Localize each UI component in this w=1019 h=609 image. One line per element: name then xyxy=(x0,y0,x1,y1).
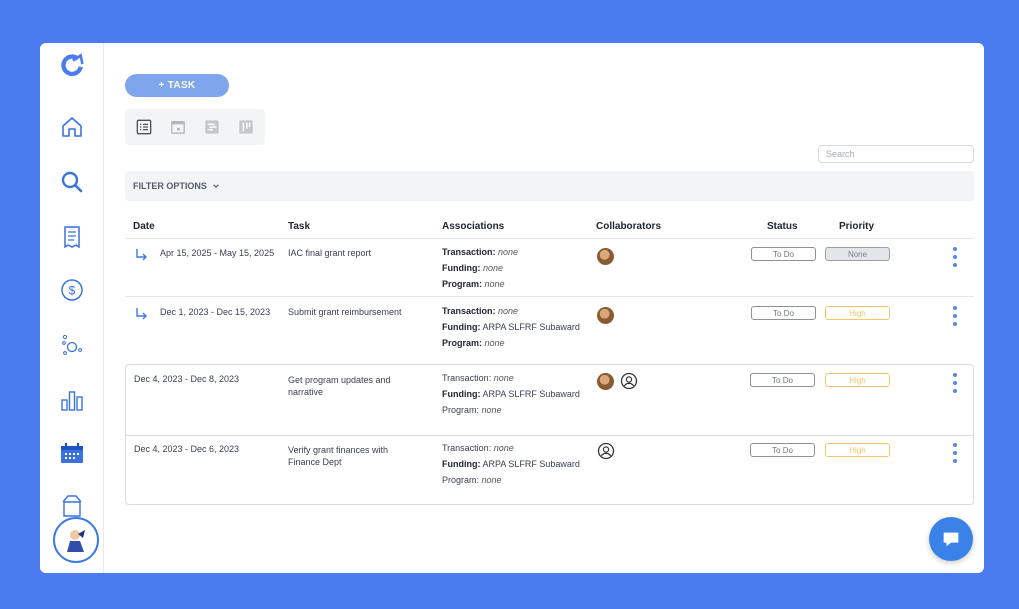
priority-badge[interactable]: High xyxy=(825,443,890,457)
row-menu-icon[interactable] xyxy=(950,306,960,326)
home-icon[interactable] xyxy=(54,109,90,145)
header-date[interactable]: Date xyxy=(133,221,155,232)
table-row[interactable]: Dec 4, 2023 - Dec 8, 2023 Get program up… xyxy=(125,365,974,434)
row-task[interactable]: Verify grant finances with Finance Dept xyxy=(288,444,414,468)
board-view-icon[interactable] xyxy=(237,118,255,136)
priority-badge[interactable]: High xyxy=(825,306,890,320)
row-menu-icon[interactable] xyxy=(950,373,960,393)
receipt-icon[interactable] xyxy=(54,219,90,255)
search-icon[interactable] xyxy=(54,164,90,200)
row-associations: Transaction: none Funding: ARPA SLFRF Su… xyxy=(442,306,580,348)
user-placeholder-icon[interactable] xyxy=(620,372,638,390)
row-date: Dec 4, 2023 - Dec 8, 2023 xyxy=(134,374,240,384)
filter-options-label: FILTER OPTIONS xyxy=(133,181,207,191)
header-priority[interactable]: Priority xyxy=(839,221,874,232)
main-content: + TASK FILTER OPTIONS Date Task Associat… xyxy=(104,43,984,573)
table-header: Date Task Associations Collaborators Sta… xyxy=(125,215,974,239)
row-task[interactable]: IAC final grant report xyxy=(288,248,428,258)
header-associations[interactable]: Associations xyxy=(442,221,504,232)
network-icon[interactable] xyxy=(54,327,90,363)
row-date: Dec 1, 2023 - Dec 15, 2023 xyxy=(160,307,271,317)
priority-badge[interactable]: High xyxy=(825,373,890,387)
profile-avatar[interactable] xyxy=(53,517,99,563)
row-menu-icon[interactable] xyxy=(950,443,960,463)
row-menu-icon[interactable] xyxy=(950,247,960,267)
gantt-view-icon[interactable] xyxy=(203,118,221,136)
row-task[interactable]: Get program updates and narrative xyxy=(288,374,414,398)
header-task[interactable]: Task xyxy=(288,221,310,232)
row-date: Dec 4, 2023 - Dec 6, 2023 xyxy=(134,444,240,454)
list-view-icon[interactable] xyxy=(135,118,153,136)
filter-options-toggle[interactable]: FILTER OPTIONS xyxy=(125,171,974,201)
row-task[interactable]: Submit grant reimbursement xyxy=(288,307,428,317)
table-row[interactable]: Apr 15, 2025 - May 15, 2025 IAC final gr… xyxy=(125,240,974,297)
table-row[interactable]: Dec 1, 2023 - Dec 15, 2023 Submit grant … xyxy=(125,298,974,358)
calendar-icon[interactable] xyxy=(54,435,90,471)
app-window: $ + TASK Search FILTER OPTIONS Date Task… xyxy=(40,43,984,573)
status-badge[interactable]: To Do xyxy=(751,247,816,261)
subtask-arrow-icon xyxy=(136,249,147,261)
row-associations: Transaction: none Funding: none Program:… xyxy=(442,247,519,289)
dollar-icon[interactable]: $ xyxy=(54,272,90,308)
view-switcher xyxy=(125,109,265,145)
profile-illustration-icon xyxy=(67,530,85,552)
bar-chart-icon[interactable] xyxy=(54,382,90,418)
collaborator-avatar[interactable] xyxy=(597,248,614,265)
header-collaborators[interactable]: Collaborators xyxy=(596,221,661,232)
status-badge[interactable]: To Do xyxy=(750,373,815,387)
logo-icon[interactable] xyxy=(54,47,90,83)
chat-button[interactable] xyxy=(929,517,973,561)
table-row[interactable]: Dec 4, 2023 - Dec 6, 2023 Verify grant f… xyxy=(125,435,974,504)
status-badge[interactable]: To Do xyxy=(751,306,816,320)
subtask-arrow-icon xyxy=(136,308,147,320)
chevron-down-icon xyxy=(213,184,219,189)
user-placeholder-icon[interactable] xyxy=(597,442,615,460)
row-associations: Transaction: none Funding: ARPA SLFRF Su… xyxy=(442,373,580,415)
collaborator-avatar[interactable] xyxy=(597,373,614,390)
collaborator-avatar[interactable] xyxy=(597,307,614,324)
search-input[interactable] xyxy=(818,145,974,163)
chat-icon xyxy=(943,532,959,547)
add-task-button[interactable]: + TASK xyxy=(125,74,229,97)
row-associations: Transaction: none Funding: ARPA SLFRF Su… xyxy=(442,443,580,485)
priority-badge[interactable]: None xyxy=(825,247,890,261)
row-date: Apr 15, 2025 - May 15, 2025 xyxy=(160,248,275,258)
calendar-view-icon[interactable] xyxy=(169,118,187,136)
sidebar: $ xyxy=(40,43,104,573)
svg-text:$: $ xyxy=(69,284,76,298)
header-status[interactable]: Status xyxy=(767,221,798,232)
status-badge[interactable]: To Do xyxy=(750,443,815,457)
